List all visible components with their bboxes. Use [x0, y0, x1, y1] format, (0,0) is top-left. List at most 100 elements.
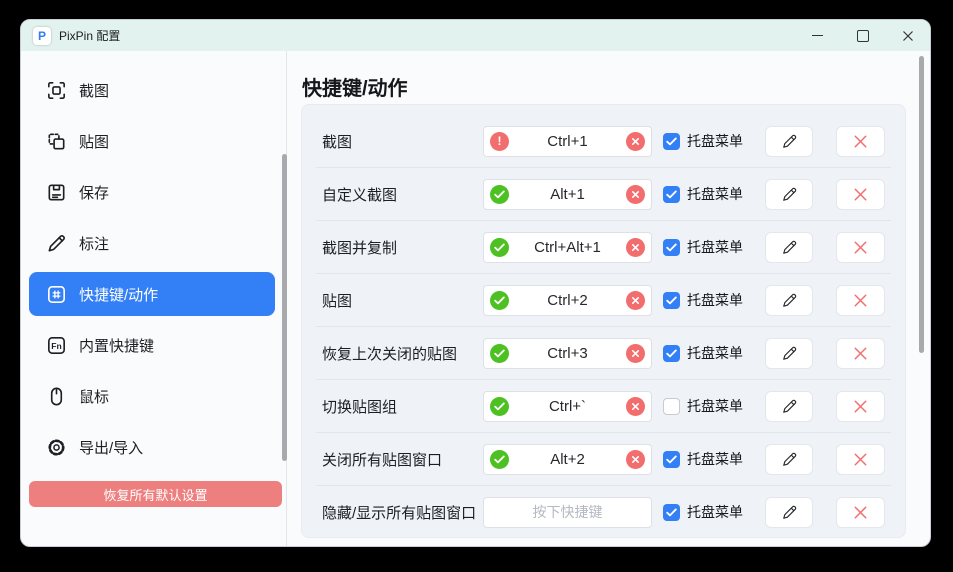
- tray-menu-checkbox[interactable]: [663, 239, 680, 256]
- hotkey-row: 截图!Ctrl+1 托盘菜单: [316, 115, 891, 168]
- pin-image-icon: [45, 130, 68, 153]
- hotkey-value: 按下快捷键: [490, 502, 645, 522]
- minimize-button[interactable]: [795, 20, 840, 51]
- sidebar-item[interactable]: 标注: [29, 221, 275, 265]
- edit-action-button[interactable]: [765, 444, 813, 475]
- hotkey-valid-icon: [490, 238, 509, 257]
- hotkey-input[interactable]: Ctrl+Alt+1: [483, 232, 652, 263]
- edit-action-button[interactable]: [765, 179, 813, 210]
- edit-action-button[interactable]: [765, 391, 813, 422]
- edit-action-button[interactable]: [765, 497, 813, 528]
- tray-menu-label: 托盘菜单: [687, 396, 743, 416]
- maximize-button[interactable]: [840, 20, 885, 51]
- hotkey-input[interactable]: Alt+2: [483, 444, 652, 475]
- hotkey-row: 恢复上次关闭的贴图Ctrl+3托盘菜单: [316, 327, 891, 380]
- minimize-icon: [812, 35, 823, 36]
- tray-menu-label: 托盘菜单: [687, 237, 743, 257]
- sidebar-item-label: 导出/导入: [79, 437, 143, 458]
- edit-action-button[interactable]: [765, 338, 813, 369]
- hotkey-action-label: 贴图: [322, 290, 483, 311]
- hotkey-input[interactable]: Ctrl+3: [483, 338, 652, 369]
- tray-menu-label: 托盘菜单: [687, 290, 743, 310]
- pixpin-logo-icon: P: [33, 27, 51, 45]
- delete-x-icon: [851, 291, 870, 310]
- hotkey-value: Ctrl+`: [509, 398, 626, 415]
- hotkey-input[interactable]: Ctrl+`: [483, 391, 652, 422]
- save-icon: [45, 181, 68, 204]
- clear-hotkey-icon[interactable]: [626, 185, 645, 204]
- sidebar-item[interactable]: 鼠标: [29, 374, 275, 418]
- sidebar-item[interactable]: 贴图: [29, 119, 275, 163]
- edit-action-button[interactable]: [765, 285, 813, 316]
- pixpin-config-window: P PixPin 配置 截图贴图保存标注快捷键/动作Fn内置快捷键鼠标导出/导入…: [20, 19, 931, 547]
- tray-menu-checkbox[interactable]: [663, 133, 680, 150]
- hotkey-action-label: 截图: [322, 131, 483, 152]
- pencil-icon: [781, 133, 798, 150]
- sidebar-item-label: 鼠标: [79, 386, 109, 407]
- clear-hotkey-icon[interactable]: [626, 344, 645, 363]
- clear-hotkey-icon[interactable]: [626, 397, 645, 416]
- tray-menu-checkbox[interactable]: [663, 292, 680, 309]
- hotkey-valid-icon: [490, 291, 509, 310]
- tray-menu-checkbox[interactable]: [663, 398, 680, 415]
- sidebar-item-label: 标注: [79, 233, 109, 254]
- tray-menu-label: 托盘菜单: [687, 131, 743, 151]
- delete-action-button[interactable]: [836, 497, 885, 528]
- hotkey-value: Alt+1: [509, 186, 626, 203]
- tray-menu-checkbox[interactable]: [663, 345, 680, 362]
- hotkey-action-label: 切换贴图组: [322, 396, 483, 417]
- hotkey-valid-icon: [490, 397, 509, 416]
- hotkey-row: 切换贴图组 Ctrl+` 托盘菜单: [316, 380, 891, 433]
- sidebar-item[interactable]: 快捷键/动作: [29, 272, 275, 316]
- sidebar-scrollbar[interactable]: [282, 154, 287, 461]
- pencil-icon: [781, 504, 798, 521]
- sidebar-item[interactable]: 导出/导入: [29, 425, 275, 469]
- restore-defaults-button[interactable]: 恢复所有默认设置: [29, 481, 282, 507]
- sidebar-item[interactable]: 截图: [29, 68, 275, 112]
- tray-menu-label: 托盘菜单: [687, 502, 743, 522]
- delete-action-button[interactable]: [836, 232, 885, 263]
- delete-action-button[interactable]: [836, 338, 885, 369]
- delete-action-button[interactable]: [836, 126, 885, 157]
- sidebar-item[interactable]: Fn内置快捷键: [29, 323, 275, 367]
- hotkey-valid-icon: [490, 185, 509, 204]
- clear-hotkey-icon[interactable]: [626, 132, 645, 151]
- window-title: PixPin 配置: [59, 27, 120, 44]
- close-button[interactable]: [885, 20, 930, 51]
- edit-action-button[interactable]: [765, 126, 813, 157]
- clear-hotkey-icon[interactable]: [626, 291, 645, 310]
- tray-menu-checkbox[interactable]: [663, 504, 680, 521]
- page-title: 快捷键/动作: [302, 72, 408, 101]
- tray-menu-label: 托盘菜单: [687, 449, 743, 469]
- main-scrollbar[interactable]: [919, 56, 924, 353]
- hotkey-valid-icon: [490, 450, 509, 469]
- delete-action-button[interactable]: [836, 444, 885, 475]
- tray-menu-checkbox[interactable]: [663, 186, 680, 203]
- sidebar-item[interactable]: 保存: [29, 170, 275, 214]
- hotkey-value: Alt+2: [509, 451, 626, 468]
- maximize-icon: [857, 30, 869, 42]
- sidebar: 截图贴图保存标注快捷键/动作Fn内置快捷键鼠标导出/导入关于: [21, 51, 287, 546]
- clear-hotkey-icon[interactable]: [626, 238, 645, 257]
- clear-hotkey-icon[interactable]: [626, 450, 645, 469]
- delete-x-icon: [851, 397, 870, 416]
- edit-action-button[interactable]: [765, 232, 813, 263]
- hotkey-input[interactable]: 按下快捷键: [483, 497, 652, 528]
- window-controls: [795, 20, 930, 51]
- hotkey-row: 隐藏/显示所有贴图窗口按下快捷键托盘菜单: [316, 486, 891, 538]
- delete-action-button[interactable]: [836, 391, 885, 422]
- hotkey-value: Ctrl+1: [509, 133, 626, 150]
- hotkey-panel: 截图!Ctrl+1托盘菜单自定义截图Alt+1托盘菜单截图并复制Ctrl+Alt…: [301, 104, 906, 538]
- tray-menu-option: 托盘菜单: [663, 237, 743, 257]
- hotkey-input[interactable]: Alt+1: [483, 179, 652, 210]
- delete-action-button[interactable]: [836, 285, 885, 316]
- tray-menu-option: 托盘菜单: [663, 396, 743, 416]
- pencil-icon: [781, 292, 798, 309]
- delete-x-icon: [851, 185, 870, 204]
- tray-menu-checkbox[interactable]: [663, 451, 680, 468]
- delete-action-button[interactable]: [836, 179, 885, 210]
- hotkey-input[interactable]: !Ctrl+1: [483, 126, 652, 157]
- hotkey-input[interactable]: Ctrl+2: [483, 285, 652, 316]
- tray-menu-option: 托盘菜单: [663, 184, 743, 204]
- builtin-hotkey-icon: Fn: [45, 334, 68, 357]
